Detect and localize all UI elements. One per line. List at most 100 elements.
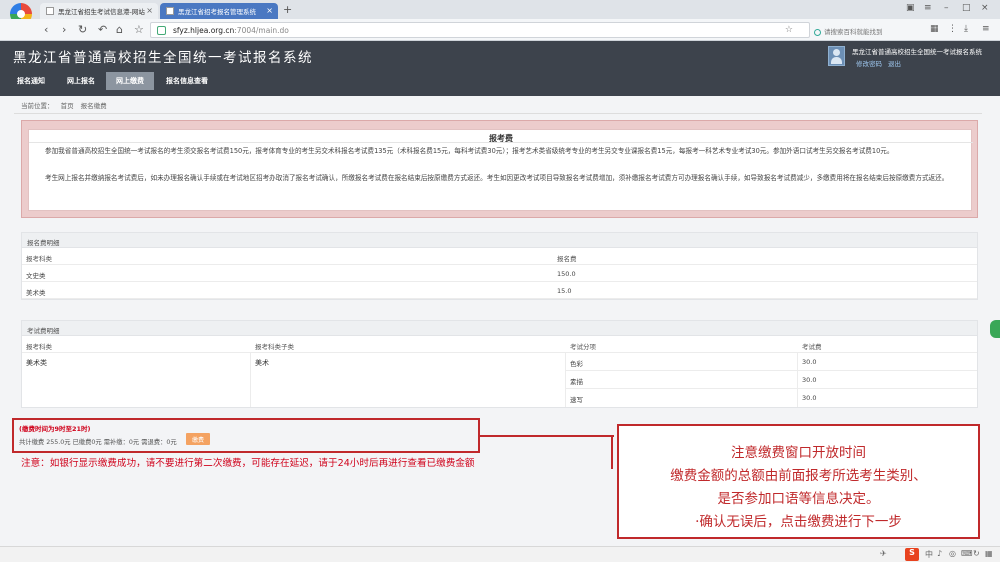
search-suggestion[interactable]: 请搜索百科就能找到 bbox=[814, 26, 883, 36]
exam-fee-header: 考试费明细 bbox=[22, 321, 977, 336]
more-icon[interactable]: ≡ bbox=[982, 24, 990, 34]
browser-tab-bar: 黑龙江省招生考试信息港-网站 × 黑龙江省招考报名管理系统 × + ▣ ≡ – … bbox=[0, 0, 1000, 25]
fee-notice-paragraph-1: 参加我省普通高校招生全国统一考试报名的考生须交报名考试费150元，报考体育专业的… bbox=[45, 147, 894, 155]
forward-icon[interactable]: › bbox=[62, 23, 66, 36]
url-host: sfyz.hljea.org.cn bbox=[173, 26, 235, 35]
site-security-icon bbox=[157, 26, 166, 35]
exam-fee-body: 美术类 美术 色彩 30.0 素描 30.0 速写 30.0 bbox=[22, 353, 977, 407]
browser-tab-label: 黑龙江省招生考试信息港-网站 bbox=[58, 8, 145, 16]
column-header: 考试费 bbox=[802, 343, 822, 351]
change-password-link[interactable]: 修改密码 bbox=[856, 58, 882, 68]
table-row: 文史类 150.0 bbox=[22, 265, 977, 282]
user-name: 黑龙江省普通高校招生全国统一考试报名系统 bbox=[852, 48, 982, 56]
pin-icon[interactable]: ✈ bbox=[880, 549, 887, 558]
ime-icon[interactable]: S bbox=[905, 548, 919, 561]
annotation-callout: 注意缴费窗口开放时间 缴费金额的总额由前面报考所选考生类别、 是否参加口语等信息… bbox=[617, 424, 980, 539]
column-header: 报名费 bbox=[557, 255, 577, 263]
close-tab-icon[interactable]: × bbox=[146, 6, 153, 15]
page-favicon-icon bbox=[166, 7, 174, 15]
user-avatar-icon bbox=[828, 46, 845, 66]
divider bbox=[250, 353, 251, 407]
minimize-icon[interactable]: – bbox=[944, 3, 949, 13]
app-title: 黑龙江省普通高校招生全国统一考试报名系统 bbox=[13, 50, 313, 66]
exam-items: 色彩 30.0 素描 30.0 速写 30.0 bbox=[565, 353, 977, 407]
fee-detail-panel: 报名费明细 报考科类 报名费 文史类 150.0 美术类 15.0 bbox=[21, 232, 978, 300]
window-close-icon[interactable]: × bbox=[981, 3, 989, 13]
browser-tab-registration-system[interactable]: 黑龙江省招考报名管理系统 × bbox=[160, 3, 278, 19]
logout-link[interactable]: 退出 bbox=[888, 58, 901, 68]
exam-item-cell: 速写 bbox=[570, 396, 583, 404]
nav-tab-online-payment[interactable]: 网上缴费 bbox=[106, 72, 154, 90]
table-row: 美术类 15.0 bbox=[22, 282, 977, 299]
fee-cell: 15.0 bbox=[557, 287, 572, 295]
nav-tab-notice[interactable]: 报名通知 bbox=[10, 72, 52, 90]
home-icon[interactable]: ⌂ bbox=[116, 23, 123, 36]
breadcrumb-home[interactable]: 首页 bbox=[61, 102, 74, 110]
divider bbox=[29, 142, 973, 143]
fee-notice-box: 报考费 参加我省普通高校招生全国统一考试报名的考生须交报名考试费150元，报考体… bbox=[21, 120, 978, 218]
column-header: 报考科类 bbox=[26, 343, 52, 351]
close-tab-icon[interactable]: × bbox=[266, 6, 273, 15]
payment-highlight-box bbox=[12, 418, 480, 453]
undo-icon[interactable]: ↶ bbox=[98, 23, 107, 36]
ime-language-icon[interactable]: 中 bbox=[925, 549, 933, 560]
payment-warning: 注意：如银行显示缴费成功，请不要进行第二次缴费，可能存在延迟，请于24小时后再进… bbox=[21, 458, 475, 469]
extensions-icon[interactable]: ▦ bbox=[930, 24, 939, 34]
maximize-icon[interactable]: □ bbox=[962, 3, 971, 13]
keyboard-icon[interactable]: ⌨ bbox=[961, 549, 973, 558]
download-icon[interactable]: ⤓ bbox=[964, 24, 968, 34]
breadcrumb-prefix: 当前位置： bbox=[21, 102, 54, 110]
search-hint-text: 请搜索百科就能找到 bbox=[824, 28, 883, 36]
favorites-icon[interactable]: ☆ bbox=[134, 23, 144, 36]
fee-cell: 30.0 bbox=[802, 358, 817, 366]
exam-item-cell: 素描 bbox=[570, 378, 583, 386]
status-bar: ✈ S 中 ♪ ◎ ⌨ ↻ ▦ bbox=[0, 546, 1000, 562]
menu-icon[interactable]: ≡ bbox=[924, 3, 932, 13]
url-path: :7004/main.do bbox=[234, 26, 289, 35]
fee-notice-paragraph-2: 考生网上报名并缴纳报名考试费后，如未办理报名确认手续或在考试地区招考办取消了报名… bbox=[45, 174, 949, 182]
callout-connector bbox=[611, 435, 613, 469]
skin-icon[interactable]: ▣ bbox=[906, 3, 915, 13]
browser-tab-info-portal[interactable]: 黑龙江省招生考试信息港-网站 × bbox=[40, 3, 158, 19]
column-header: 报考科类子类 bbox=[255, 343, 294, 351]
nav-tab-online-registration[interactable]: 网上报名 bbox=[57, 72, 105, 90]
breadcrumb-current: 报名缴费 bbox=[80, 102, 107, 110]
category-cell: 美术类 bbox=[26, 359, 47, 367]
table-row: 速写 30.0 bbox=[565, 389, 977, 407]
callout-connector bbox=[480, 435, 614, 437]
callout-line: ·确认无误后，点击缴费进行下一步 bbox=[695, 514, 902, 530]
bookmark-star-icon[interactable]: ☆ bbox=[785, 25, 793, 35]
sound-icon[interactable]: ♪ bbox=[937, 549, 942, 558]
browser-tab-label: 黑龙江省招考报名管理系统 bbox=[178, 8, 256, 16]
category-cell: 文史类 bbox=[26, 272, 46, 280]
address-bar-row: ‹ › ↻ ↶ ⌂ ☆ sfyz.hljea.org.cn:7004/main.… bbox=[0, 19, 1000, 41]
divider bbox=[14, 113, 982, 114]
nav-tab-registration-info[interactable]: 报名信息查看 bbox=[156, 72, 218, 90]
page-favicon-icon bbox=[46, 7, 54, 15]
table-header-row: 报考科类 报考科类子类 考试分项 考试费 bbox=[22, 336, 977, 353]
table-header-row: 报考科类 报名费 bbox=[22, 248, 977, 265]
back-icon[interactable]: ‹ bbox=[44, 23, 48, 36]
category-cell: 美术类 bbox=[26, 289, 46, 297]
callout-line: 是否参加口语等信息决定。 bbox=[717, 491, 880, 507]
grid-icon[interactable]: ⋮ bbox=[948, 24, 957, 34]
new-tab-button[interactable]: + bbox=[283, 3, 292, 16]
fee-cell: 150.0 bbox=[557, 270, 576, 278]
emoji-icon[interactable]: ◎ bbox=[949, 549, 956, 558]
url-input[interactable]: sfyz.hljea.org.cn:7004/main.do ☆ bbox=[150, 22, 810, 38]
tools-icon[interactable]: ▦ bbox=[985, 549, 993, 558]
breadcrumb: 当前位置： 首页 报名缴费 bbox=[21, 100, 112, 110]
fee-notice-inner: 报考费 参加我省普通高校招生全国统一考试报名的考生须交报名考试费150元，报考体… bbox=[28, 129, 973, 211]
callout-line: 缴费金额的总额由前面报考所选考生类别、 bbox=[670, 468, 927, 484]
column-header: 报考科类 bbox=[26, 255, 52, 263]
fee-cell: 30.0 bbox=[802, 376, 817, 384]
fee-detail-header: 报名费明细 bbox=[22, 233, 977, 248]
sync-icon[interactable]: ↻ bbox=[973, 549, 980, 558]
callout-line: 注意缴费窗口开放时间 bbox=[731, 445, 866, 461]
side-widget-icon[interactable] bbox=[990, 320, 1000, 338]
exam-item-cell: 色彩 bbox=[570, 360, 583, 368]
exam-fee-panel: 考试费明细 报考科类 报考科类子类 考试分项 考试费 美术类 美术 色彩 30.… bbox=[21, 320, 978, 408]
column-header: 考试分项 bbox=[570, 343, 596, 351]
reload-icon[interactable]: ↻ bbox=[78, 23, 87, 36]
table-row: 色彩 30.0 bbox=[565, 353, 977, 371]
